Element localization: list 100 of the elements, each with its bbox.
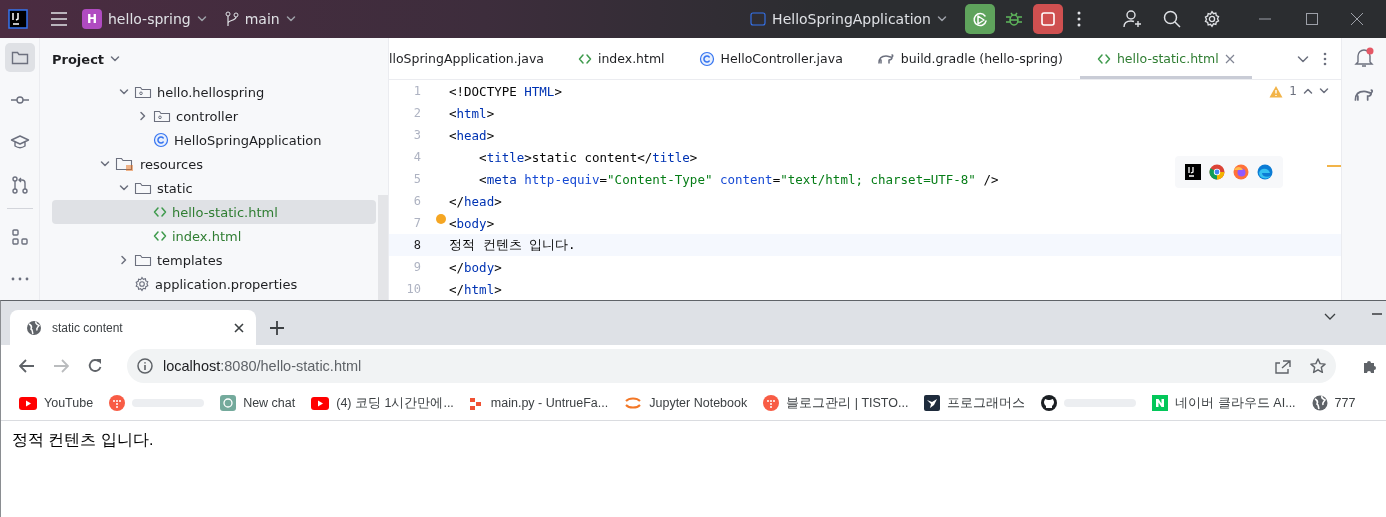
warning-count[interactable]: 1 <box>1289 84 1297 98</box>
html-file-icon <box>577 51 592 66</box>
globe-icon <box>1311 395 1328 411</box>
bookmark[interactable]: YouTube <box>11 396 102 410</box>
more-icon <box>1323 51 1327 66</box>
run-config-selector[interactable]: HelloSpringApplication <box>750 11 947 27</box>
code-line: <body> <box>449 215 495 231</box>
editor-tab[interactable]: lloSpringApplication.java <box>389 38 561 79</box>
bell-icon[interactable] <box>1353 46 1375 68</box>
html-file-icon <box>153 229 167 243</box>
stop-button[interactable] <box>1033 4 1063 34</box>
line-number: 8 <box>412 238 421 252</box>
app-logo-icon[interactable] <box>8 9 28 29</box>
chevron-down-icon <box>1319 86 1329 96</box>
editor-tab[interactable]: hello-static.html <box>1079 38 1252 79</box>
tree-item[interactable]: controller <box>40 104 376 128</box>
bookmark[interactable]: 프로그래머스 <box>916 394 1034 412</box>
editor-tab[interactable]: HelloController.java <box>681 38 860 79</box>
code-line: 정적 컨텐츠 입니다. <box>449 236 576 254</box>
add-user-icon[interactable] <box>1123 9 1143 29</box>
rerun-icon <box>971 10 989 28</box>
html-file-icon <box>1096 51 1111 66</box>
menu-icon[interactable] <box>50 11 68 27</box>
share-icon <box>1274 357 1292 374</box>
code-line: <meta http-equiv="Content-Type" content="text/html; charset=UTF-8" /> <box>478 171 999 187</box>
warning-icon <box>1269 84 1284 98</box>
tree-item[interactable]: resources <box>40 152 376 176</box>
search-icon[interactable] <box>1163 10 1181 28</box>
window-icon <box>750 12 767 26</box>
close-icon <box>234 322 244 333</box>
line-number: 3 <box>412 128 421 142</box>
scrollbar[interactable] <box>378 195 388 300</box>
pull-request-icon[interactable] <box>9 174 30 195</box>
structure-icon[interactable] <box>9 226 30 247</box>
minimize-icon <box>1372 313 1382 315</box>
tree-item[interactable]: templates <box>40 248 376 272</box>
tree-item[interactable]: hello.hellospring <box>40 80 376 104</box>
dots-badge-icon <box>763 395 780 411</box>
resources-folder-icon <box>115 156 135 172</box>
project-selector[interactable]: H hello-spring <box>82 9 207 29</box>
tree-item[interactable]: HelloSpringApplication <box>40 128 376 152</box>
browser-tab[interactable]: static content <box>10 310 256 345</box>
settings-icon[interactable] <box>1203 10 1221 28</box>
code-line: <title>static content</title> <box>478 149 698 165</box>
chevron-down-icon <box>937 14 947 24</box>
back-icon[interactable] <box>19 358 35 373</box>
maximize-icon[interactable] <box>1306 13 1318 25</box>
tree-item[interactable]: index.html <box>40 224 376 248</box>
panel-title[interactable]: Project <box>52 51 105 67</box>
package-folder-icon <box>153 109 171 123</box>
chevron-down-icon <box>1324 313 1336 321</box>
line-number: 1 <box>412 84 421 98</box>
line-number: 10 <box>405 282 421 296</box>
close-icon[interactable] <box>1351 13 1363 25</box>
bookmark[interactable]: Jupyter Notebook <box>616 394 756 412</box>
gear-icon <box>134 276 150 292</box>
bookmark[interactable]: 777 <box>1303 395 1364 411</box>
editor-tab[interactable]: build.gradle (hello-spring) <box>859 38 1080 79</box>
package-folder-icon <box>134 85 152 99</box>
bookmark[interactable]: (4) 코딩 1시간만에... <box>303 394 462 412</box>
bookmark[interactable]: New chat <box>212 395 304 411</box>
ide-logo-icon <box>1185 164 1201 180</box>
address-bar[interactable]: localhost:8080/hello-static.html <box>127 348 1336 383</box>
bookmark[interactable]: main.py - UntrueFa... <box>461 396 617 410</box>
chevron-down-icon <box>196 14 207 24</box>
rerun-button[interactable] <box>965 4 995 34</box>
code-line: </body> <box>449 259 502 275</box>
folder-icon <box>134 253 152 267</box>
bookmark[interactable]: 네이버 클라우드 AI... <box>1144 394 1304 412</box>
code-line: </html> <box>449 281 502 297</box>
editor-tab[interactable]: index.html <box>560 38 682 79</box>
line-number: 2 <box>412 106 421 120</box>
globe-icon <box>26 319 42 336</box>
branch-selector[interactable]: main <box>224 11 296 27</box>
line-number: 7 <box>412 216 421 230</box>
tree-item[interactable]: hello-static.html <box>52 200 376 224</box>
bug-icon[interactable] <box>1005 10 1023 28</box>
chevron-down-icon <box>285 14 296 24</box>
class-icon <box>153 132 169 148</box>
html-file-icon <box>153 205 167 219</box>
line-number: 9 <box>412 260 421 274</box>
close-icon <box>1224 53 1235 64</box>
play-icon <box>311 396 330 410</box>
chevron-up-icon <box>1303 86 1313 96</box>
project-tool-button[interactable] <box>4 43 35 73</box>
line-number: 5 <box>412 172 421 186</box>
reload-icon[interactable] <box>87 357 103 374</box>
stop-icon <box>1040 11 1056 27</box>
bookmark[interactable]: 블로그관리 | TISTO... <box>755 394 917 412</box>
star-icon <box>1310 357 1326 374</box>
code-line: </head> <box>449 193 502 209</box>
dots-badge-icon <box>109 395 126 411</box>
tree-item[interactable]: application.properties <box>40 272 376 296</box>
play-icon <box>19 396 37 410</box>
info-icon <box>137 357 153 374</box>
tree-item[interactable]: static <box>40 176 376 200</box>
page-text: 정적 컨텐츠 입니다. <box>11 430 155 450</box>
new-tab-icon[interactable] <box>270 321 284 335</box>
bird-icon <box>924 395 941 411</box>
more-icon[interactable] <box>1077 11 1081 27</box>
